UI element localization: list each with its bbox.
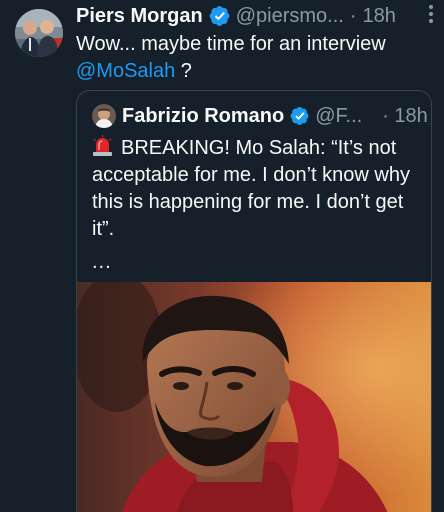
more-options-icon[interactable]	[428, 4, 436, 28]
quoted-tweet[interactable]: Fabrizio Romano @F... · 18h BREAKING! Mo…	[76, 90, 432, 512]
tweet-text: Wow... maybe time for an interview @MoSa…	[76, 31, 426, 85]
mention-link[interactable]: @MoSalah	[76, 60, 175, 82]
avatar-photo	[15, 9, 63, 57]
quoted-verified-badge-icon	[290, 106, 310, 126]
tweet-header: Piers Morgan @piersmo... · 18h	[76, 2, 436, 30]
tweet-timestamp[interactable]: 18h	[362, 5, 395, 28]
tweet[interactable]: Piers Morgan @piersmo... · 18h Wow... ma…	[0, 0, 444, 512]
quoted-author-avatar[interactable]	[92, 104, 116, 128]
quoted-tweet-timestamp[interactable]: · 18h	[382, 105, 428, 128]
tweet-text-suffix: ?	[175, 60, 192, 82]
quoted-tweet-body: BREAKING! Mo Salah: “It’s not acceptable…	[92, 137, 410, 240]
separator-dot: ·	[349, 4, 357, 27]
show-more-ellipsis[interactable]: ...	[92, 251, 112, 274]
author-avatar[interactable]	[15, 9, 63, 57]
quoted-author-name[interactable]: Fabrizio Romano	[122, 105, 284, 128]
author-handle[interactable]: @piersmo...	[236, 5, 344, 28]
media-photo	[77, 282, 431, 512]
quoted-tweet-header: Fabrizio Romano @F... · 18h	[92, 103, 428, 129]
verified-badge-icon	[209, 5, 231, 27]
siren-emoji-icon	[92, 135, 113, 157]
quoted-author-handle[interactable]: @F...	[315, 105, 362, 128]
quoted-tweet-media[interactable]	[77, 282, 431, 512]
quoted-tweet-text: BREAKING! Mo Salah: “It’s not acceptable…	[92, 135, 422, 243]
tweet-text-body: Wow... maybe time for an interview	[76, 33, 386, 55]
author-name[interactable]: Piers Morgan	[76, 5, 203, 28]
